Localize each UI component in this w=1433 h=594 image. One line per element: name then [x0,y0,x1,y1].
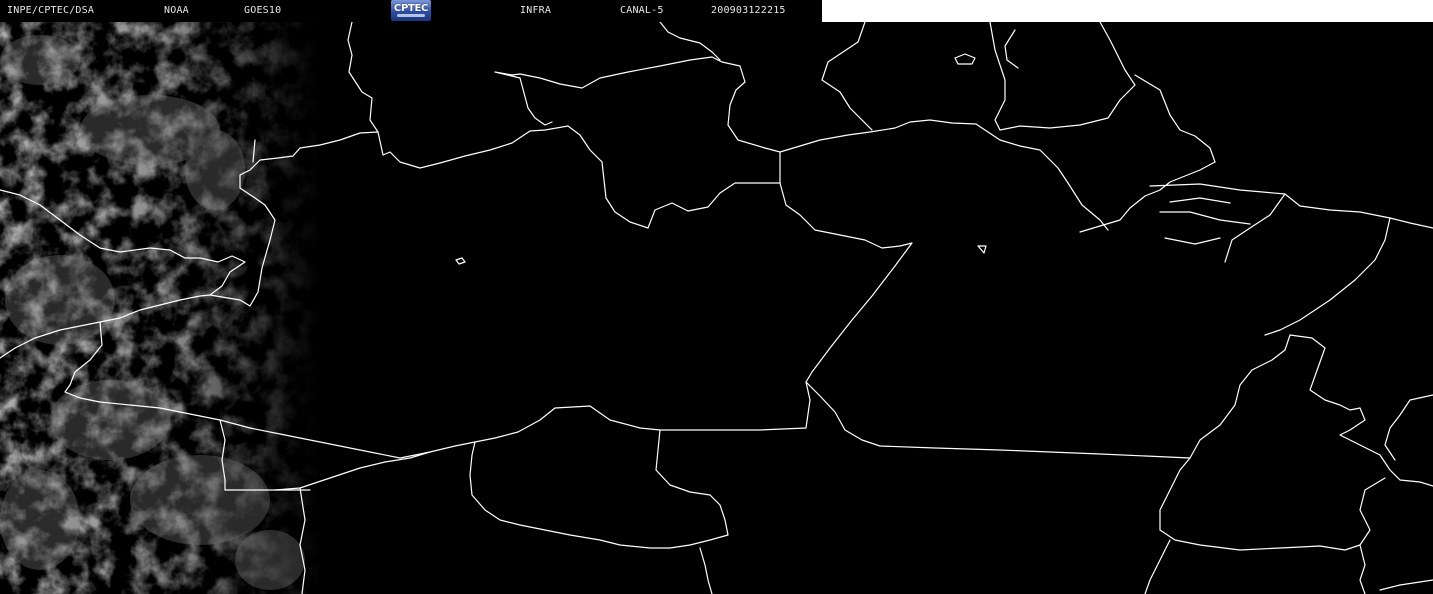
cptec-logo-swoosh [397,14,425,17]
satellite-image-frame: INPE/CPTEC/DSA NOAA GOES10 CPTEC INFRA C… [0,0,1433,594]
satellite-label: GOES10 [244,5,282,16]
channel-label: CANAL-5 [620,5,664,16]
timestamp-label: 200903122215 [711,5,786,16]
image-type-label: INFRA [520,5,552,16]
institution-label: INPE/CPTEC/DSA [7,5,95,16]
cptec-logo: CPTEC [391,0,431,21]
agency-label: NOAA [164,5,189,16]
infrared-map [0,22,1433,594]
header-bar: INPE/CPTEC/DSA NOAA GOES10 CPTEC INFRA C… [0,0,822,22]
header-blank-area [822,0,1433,22]
cptec-logo-text: CPTEC [393,3,429,14]
